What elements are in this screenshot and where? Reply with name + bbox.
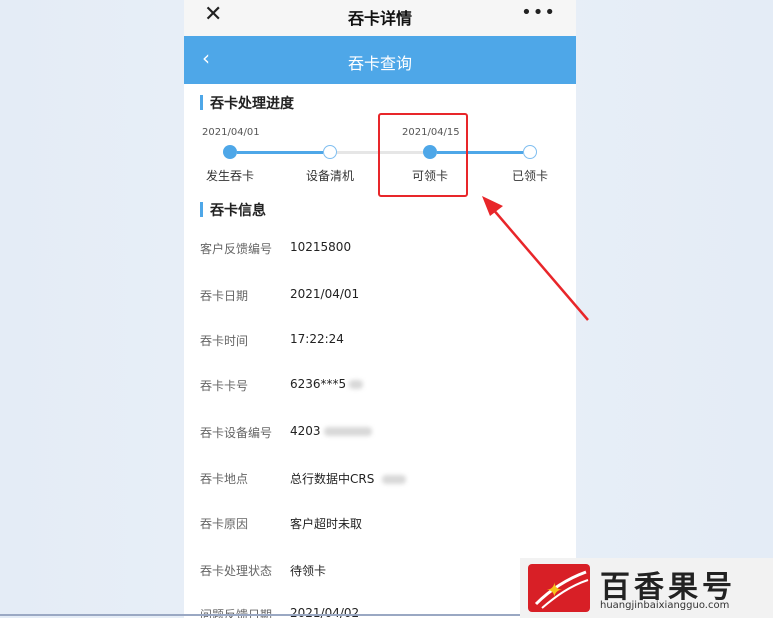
pointer-arrow-icon — [482, 196, 589, 321]
watermark-url: huangjinbaixiangguo.com — [600, 600, 730, 611]
watermark-logo: ✦ 百香果号 huangjinbaixiangguo.com — [520, 558, 773, 618]
footer-divider — [0, 614, 520, 616]
star-icon: ✦ — [546, 578, 563, 602]
logo-mark: ✦ — [528, 564, 590, 612]
